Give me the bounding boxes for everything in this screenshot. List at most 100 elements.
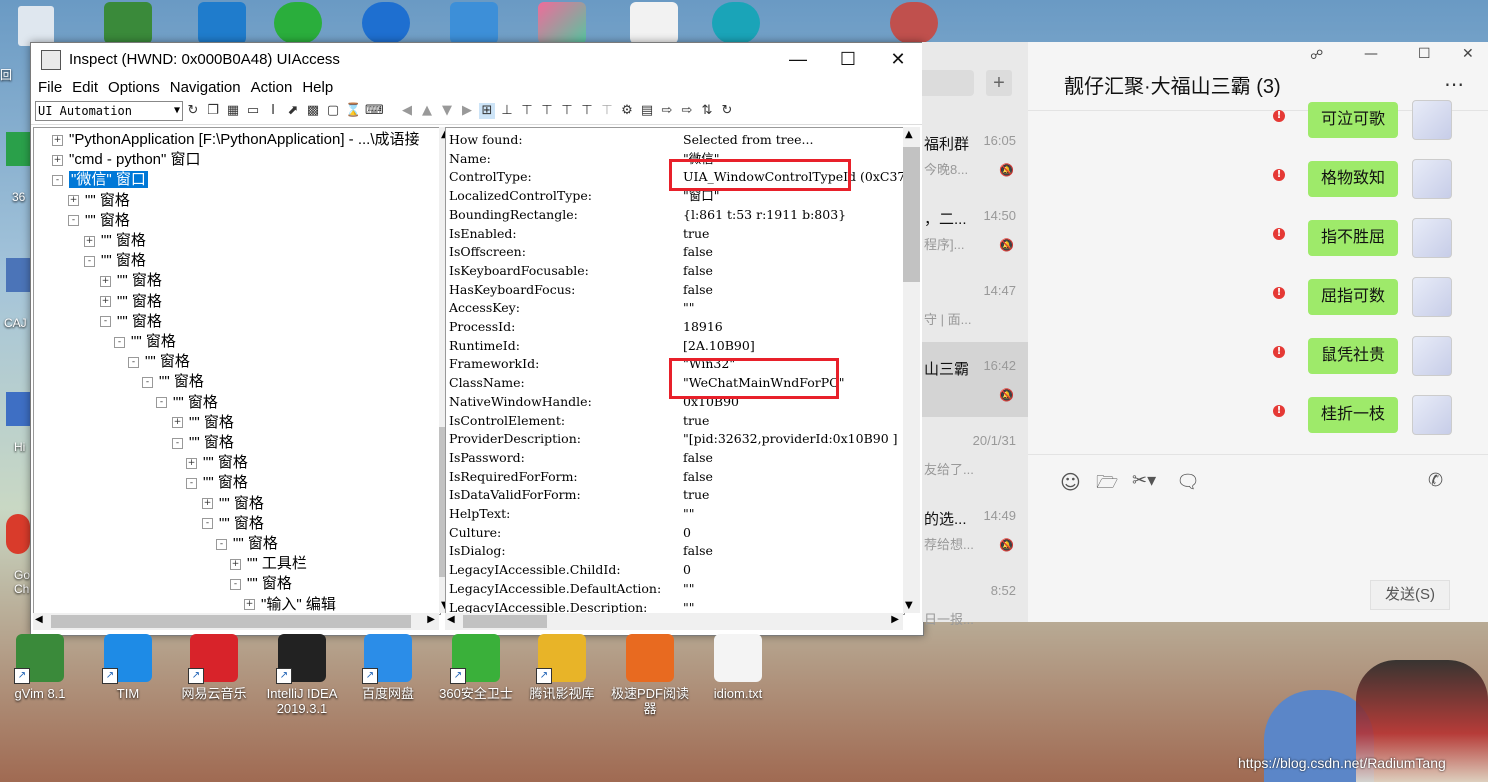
expand-icon[interactable]: + [68, 195, 79, 207]
vscode-icon[interactable] [198, 2, 246, 44]
minimize-button[interactable]: — [773, 49, 823, 70]
parent-icon[interactable]: ⊥ [499, 103, 515, 119]
keyboard-icon[interactable]: ⌨ [365, 103, 384, 119]
collapse-icon[interactable]: - [216, 538, 227, 550]
copy-icon[interactable]: ❐ [205, 103, 221, 119]
tree-item[interactable]: + "" 窗格 [100, 271, 162, 291]
refresh-icon[interactable]: ↻ [185, 103, 201, 119]
maximize-button[interactable]: ☐ [823, 49, 873, 70]
tree-item[interactable]: - "" 窗格 [128, 352, 190, 372]
expand-icon[interactable]: + [52, 154, 63, 166]
property-row[interactable]: LocalizedControlType: "窗口" [449, 186, 720, 205]
avatar[interactable] [1412, 277, 1452, 317]
collapse-icon[interactable]: - [186, 477, 197, 489]
expand-icon[interactable]: + [84, 235, 95, 247]
network-app-icon[interactable] [712, 2, 760, 44]
last-child-icon[interactable]: ⊤ [579, 103, 595, 119]
tree-item[interactable]: - "" 窗格 [230, 574, 292, 594]
tree-item[interactable]: + "" 窗格 [186, 453, 248, 473]
left-icon-360[interactable] [6, 132, 30, 166]
property-row[interactable]: IsRequiredForForm: false [449, 467, 713, 486]
settings-icon[interactable]: ⚙ [619, 103, 635, 119]
collapse-icon[interactable]: - [156, 397, 167, 409]
copy-tree-icon[interactable]: ▦ [225, 103, 241, 119]
chat-list-item[interactable]: 8:52 日一报... [922, 567, 1028, 642]
left-icon-chrome[interactable] [6, 514, 30, 554]
property-row[interactable]: IsDataValidForForm: true [449, 485, 709, 504]
chat-bubble-icon[interactable]: 🗨 [1176, 470, 1200, 493]
property-row[interactable]: NativeWindowHandle: 0x10B90 [449, 392, 739, 411]
scroll-up-icon[interactable]: ▲ [905, 129, 913, 140]
collapse-icon[interactable]: - [230, 578, 241, 590]
wechat-plus-button[interactable]: + [986, 70, 1012, 96]
tree-item[interactable]: - "" 窗格 [114, 332, 176, 352]
desktop-icon[interactable]: ↗ IntelliJ IDEA 2019.3.1 [262, 634, 342, 716]
property-row[interactable]: RuntimeId: [2A.10B90] [449, 336, 755, 355]
property-row[interactable]: ProcessId: 18916 [449, 317, 723, 336]
avatar[interactable] [1412, 395, 1452, 435]
tree-item[interactable]: - "" 窗格 [142, 372, 204, 392]
avatar[interactable] [1412, 159, 1452, 199]
message-input[interactable] [1048, 504, 1468, 576]
wechat-maximize-button[interactable]: ☐ [1418, 46, 1431, 62]
property-row[interactable]: LegacyIAccessible.DefaultAction: "" [449, 579, 695, 598]
rectangle-icon[interactable]: ▭ [245, 103, 261, 119]
left-icon-hi[interactable] [6, 392, 30, 426]
hierarchy-icon[interactable]: ⊤ [599, 103, 615, 119]
tree-horizontal-scrollbar[interactable]: ◀ ▶ [33, 613, 439, 630]
arrow-down-icon[interactable]: ▼ [439, 103, 455, 119]
recycle-bin-icon[interactable] [18, 6, 54, 46]
arrow-left-icon[interactable]: ◀ [399, 103, 415, 119]
collapse-icon[interactable]: - [142, 376, 153, 388]
property-row[interactable]: FrameworkId: "Win32" [449, 354, 735, 373]
send-failed-icon[interactable]: ! [1273, 110, 1285, 122]
property-row[interactable]: How found: Selected from tree... [449, 130, 813, 149]
expand-icon[interactable]: + [186, 457, 197, 469]
tree-item[interactable]: - "" 窗格 [186, 473, 248, 493]
property-row[interactable]: IsEnabled: true [449, 224, 709, 243]
left-icon-caj[interactable] [6, 258, 30, 292]
avatar[interactable] [1412, 218, 1452, 258]
menu-navigation[interactable]: Navigation [169, 79, 242, 96]
document-icon[interactable] [630, 2, 678, 44]
property-row[interactable]: Culture: 0 [449, 523, 691, 542]
message-bubble[interactable]: 鼠凭社贵 [1308, 338, 1398, 374]
expand-icon[interactable]: + [172, 417, 183, 429]
tree-view-icon[interactable]: ⊞ [479, 103, 495, 119]
wechat-minimize-button[interactable]: — [1364, 46, 1378, 62]
more-icon[interactable]: ⋯ [1444, 72, 1464, 96]
expand-icon[interactable]: + [202, 498, 213, 510]
desktop-icon[interactable]: ↗ 网易云音乐 [174, 634, 254, 701]
chat-list-item[interactable]: ，二... 14:50 程序]... 🔕 [922, 192, 1028, 267]
video-call-icon[interactable]: ✆ [1428, 470, 1443, 491]
send-failed-icon[interactable]: ! [1273, 228, 1285, 240]
collapse-icon[interactable]: - [114, 336, 125, 348]
desktop-icon[interactable]: ↗ 百度网盘 [348, 634, 428, 701]
menu-action[interactable]: Action [250, 79, 294, 96]
message-bubble[interactable]: 指不胜屈 [1308, 220, 1398, 256]
desktop-icon[interactable]: idiom.txt [698, 634, 778, 701]
message-bubble[interactable]: 格物致知 [1308, 161, 1398, 197]
expand-icon[interactable]: + [100, 275, 111, 287]
highlight-icon[interactable]: ▩ [305, 103, 321, 119]
collapse-icon[interactable]: - [68, 215, 79, 227]
menu-options[interactable]: Options [107, 79, 161, 96]
pointer-icon[interactable]: ⬈ [285, 103, 301, 119]
gvim-top-icon[interactable] [104, 2, 152, 44]
collapse-icon[interactable]: ⇨ [679, 103, 695, 119]
tree-item[interactable]: - "" 窗格 [84, 251, 146, 271]
wechat-desktop-icon[interactable] [274, 2, 322, 44]
tree-item[interactable]: + "" 窗格 [68, 191, 130, 211]
scroll-left-icon[interactable]: ◀ [35, 614, 43, 625]
close-button[interactable]: ✕ [873, 49, 923, 70]
property-row[interactable]: IsKeyboardFocusable: false [449, 261, 713, 280]
tree-item[interactable]: - "" 窗格 [216, 534, 278, 554]
send-failed-icon[interactable]: ! [1273, 405, 1285, 417]
send-failed-icon[interactable]: ! [1273, 169, 1285, 181]
expand-icon[interactable]: + [230, 558, 241, 570]
window-icon[interactable]: ▢ [325, 103, 341, 119]
expand-icon[interactable]: + [52, 134, 63, 146]
props-horizontal-scrollbar[interactable]: ◀ ▶ [445, 613, 903, 630]
collapse-icon[interactable]: - [100, 316, 111, 328]
tree-item[interactable]: - "微信" 窗口 [52, 170, 148, 190]
